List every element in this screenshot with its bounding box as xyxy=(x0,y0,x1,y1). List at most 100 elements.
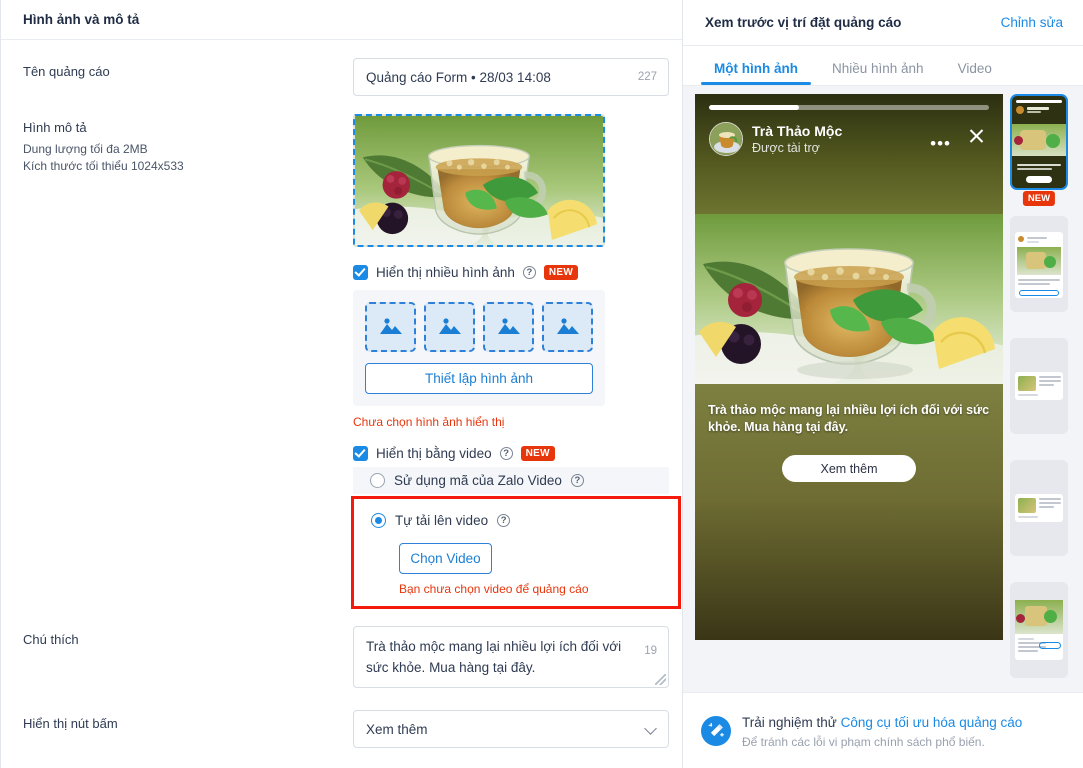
resize-handle[interactable] xyxy=(655,674,666,685)
tea-cup-photo-large xyxy=(695,214,1003,384)
banner-lead: Trải nghiệm thử xyxy=(742,714,841,730)
ad-name-input[interactable]: Quảng cáo Form • 28/03 14:08 227 xyxy=(353,58,669,96)
image-description-hints: Dung lượng tối đa 2MB Kích thước tối thi… xyxy=(23,141,353,175)
image-slot[interactable] xyxy=(542,302,593,352)
form-body: Tên quảng cáo Quảng cáo Form • 28/03 14:… xyxy=(1,40,682,748)
avatar-image xyxy=(710,123,742,155)
multi-image-picker: Thiết lập hình ảnh xyxy=(353,290,605,406)
placement-thumbnail-rail: NEW xyxy=(1005,86,1083,692)
setup-images-button[interactable]: Thiết lập hình ảnh xyxy=(365,363,593,394)
avatar xyxy=(709,122,743,156)
question-mark-icon[interactable]: ? xyxy=(570,474,584,487)
hint-min-dimension: Kích thước tối thiểu 1024x533 xyxy=(23,159,184,173)
caption-row: Chú thích Trà thảo mộc mang lại nhiều lợ… xyxy=(23,609,669,688)
caption-counter: 19 xyxy=(644,645,657,657)
thumbnail-mock xyxy=(1010,460,1068,556)
image-slot[interactable] xyxy=(365,302,416,352)
radio-selected-icon[interactable] xyxy=(371,513,386,528)
tab-single-image[interactable]: Một hình ảnh xyxy=(697,61,815,85)
thumbnail-item-3[interactable] xyxy=(1010,338,1068,434)
preview-top-section: Trà Thảo Mộc Được tài trợ ••• xyxy=(695,94,1003,214)
banner-text-block: Trải nghiệm thử Công cụ tối ưu hóa quảng… xyxy=(742,713,1022,749)
edit-placement-link[interactable]: Chỉnh sửa xyxy=(1001,15,1063,30)
image-placeholder-icon xyxy=(497,318,520,334)
thumbnail-card[interactable] xyxy=(1010,338,1068,434)
choose-video-button[interactable]: Chọn Video xyxy=(399,543,492,574)
image-description-control: Hiển thị nhiều hình ảnh ? NEW Thiết lập … xyxy=(351,114,681,609)
question-mark-icon[interactable]: ? xyxy=(522,266,536,279)
preview-brand-name: Trà Thảo Mộc xyxy=(752,122,843,139)
chevron-down-icon[interactable] xyxy=(644,722,657,735)
image-placeholder-icon xyxy=(379,318,402,334)
panel-header: Hình ảnh và mô tả xyxy=(1,0,682,40)
image-description-row: Hình mô tả Dung lượng tối đa 2MB Kích th… xyxy=(23,96,681,609)
checkbox-checked-icon[interactable] xyxy=(353,446,368,461)
thumbnail-mock xyxy=(1010,582,1068,678)
optimization-tool-link[interactable]: Công cụ tối ưu hóa quảng cáo xyxy=(841,715,1023,730)
cta-selected-value: Xem thêm xyxy=(366,721,428,737)
preview-bottom-section: Trà thảo mộc mang lại nhiều lợi ích đối … xyxy=(695,384,1003,640)
thumbnail-card[interactable] xyxy=(1010,216,1068,312)
preview-sponsored-label: Được tài trợ xyxy=(752,140,820,155)
optimization-tool-banner[interactable]: Trải nghiệm thử Công cụ tối ưu hóa quảng… xyxy=(683,692,1083,768)
question-mark-icon[interactable]: ? xyxy=(497,514,511,527)
ad-name-counter: 227 xyxy=(637,71,657,83)
preview-cta-button[interactable]: Xem thêm xyxy=(782,455,916,482)
radio-option-zalo-video[interactable]: Sử dụng mã của Zalo Video ? xyxy=(353,467,669,494)
tab-video[interactable]: Video xyxy=(941,61,1009,85)
ellipsis-icon[interactable]: ••• xyxy=(930,134,951,154)
thumbnail-mock xyxy=(1010,216,1068,312)
video-checkbox-row[interactable]: Hiển thị bằng video ? NEW xyxy=(353,446,660,461)
ad-name-value: Quảng cáo Form • 28/03 14:08 xyxy=(366,69,551,85)
thumbnail-card[interactable] xyxy=(1010,94,1068,190)
ad-editor-screen: Hình ảnh và mô tả Tên quảng cáo Quảng cá… xyxy=(0,0,1083,768)
thumbnail-item-5[interactable] xyxy=(1010,582,1068,678)
magic-wand-icon xyxy=(701,715,731,746)
thumbnail-card[interactable] xyxy=(1010,582,1068,678)
cta-select[interactable]: Xem thêm xyxy=(353,710,669,748)
preview-caption: Trà thảo mộc mang lại nhiều lợi ích đối … xyxy=(708,403,990,434)
thumbnail-item-2[interactable] xyxy=(1010,216,1068,312)
page-title: Hình ảnh và mô tả xyxy=(23,12,140,27)
radio-unselected-icon[interactable] xyxy=(370,473,385,488)
image-slot[interactable] xyxy=(483,302,534,352)
thumbnail-mock xyxy=(1010,338,1068,434)
image-placeholder-icon xyxy=(556,318,579,334)
new-badge: NEW xyxy=(543,265,579,280)
close-icon[interactable] xyxy=(968,127,985,144)
new-badge: NEW xyxy=(520,446,555,461)
thumbnail-item-1[interactable]: NEW xyxy=(1010,94,1068,206)
tea-cup-photo xyxy=(355,116,603,245)
radio-upload-label: Tự tải lên video xyxy=(395,513,489,528)
preview-header: Xem trước vị trí đặt quảng cáo Chỉnh sửa xyxy=(683,0,1083,46)
video-error: Bạn chưa chọn video để quảng cáo xyxy=(399,582,589,596)
image-slot[interactable] xyxy=(424,302,475,352)
cta-label: Hiển thị nút bấm xyxy=(23,716,118,731)
upload-video-highlight-box: Tự tải lên video ? Chọn Video Bạn chưa c… xyxy=(351,496,681,609)
thumbnail-card[interactable] xyxy=(1010,460,1068,556)
thumbnail-mock xyxy=(1012,96,1066,188)
cta-control: Xem thêm xyxy=(353,710,669,748)
tab-multi-image[interactable]: Nhiều hình ảnh xyxy=(815,61,941,85)
wand-glyph xyxy=(708,722,724,737)
thumbnail-item-4[interactable] xyxy=(1010,460,1068,556)
ad-name-label: Tên quảng cáo xyxy=(23,64,110,79)
caption-value: Trà thảo mộc mang lại nhiều lợi ích đối … xyxy=(366,639,622,675)
multi-image-checkbox-row[interactable]: Hiển thị nhiều hình ảnh ? NEW xyxy=(353,265,660,280)
caption-textarea[interactable]: Trà thảo mộc mang lại nhiều lợi ích đối … xyxy=(353,626,669,688)
ad-name-control: Quảng cáo Form • 28/03 14:08 227 xyxy=(353,58,669,96)
question-mark-icon[interactable]: ? xyxy=(499,447,513,460)
banner-subtext: Để tránh các lỗi vi phạm chính sách phổ … xyxy=(742,734,985,749)
checkbox-checked-icon[interactable] xyxy=(353,265,368,280)
banner-headline: Trải nghiệm thử Công cụ tối ưu hóa quảng… xyxy=(742,713,1022,732)
uploaded-image-preview[interactable] xyxy=(353,114,605,247)
image-slot-list xyxy=(365,302,593,352)
hint-max-size: Dung lượng tối đa 2MB xyxy=(23,142,148,156)
ad-name-row: Tên quảng cáo Quảng cáo Form • 28/03 14:… xyxy=(23,40,669,96)
caption-control: Trà thảo mộc mang lại nhiều lợi ích đối … xyxy=(353,626,669,688)
ad-preview-card: Trà Thảo Mộc Được tài trợ ••• Trà thảo m… xyxy=(695,94,1003,640)
multi-image-error: Chưa chọn hình ảnh hiển thị xyxy=(353,415,505,429)
radio-option-upload-video[interactable]: Tự tải lên video ? xyxy=(354,507,670,534)
image-description-title: Hình mô tả xyxy=(23,120,87,135)
cta-row: Hiển thị nút bấm Xem thêm xyxy=(23,688,669,748)
